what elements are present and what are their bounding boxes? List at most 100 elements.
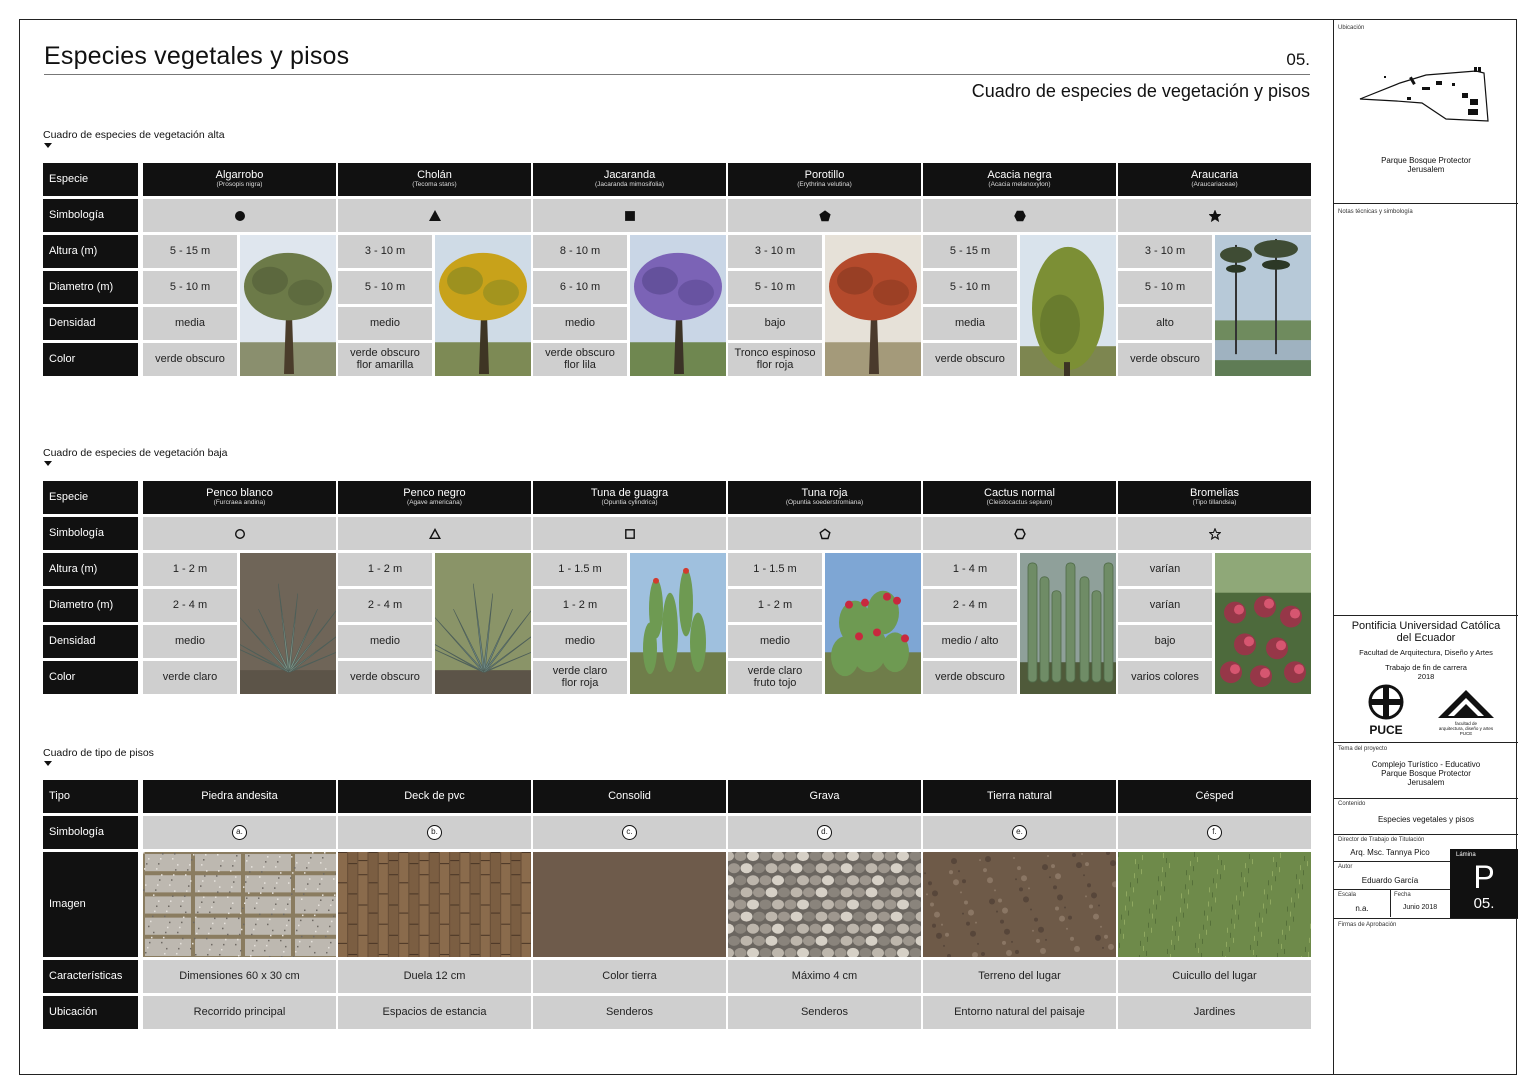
high-species-scientific-name: (Acacia melanoxylon) [988, 181, 1051, 189]
densidad-value: medio [370, 316, 400, 329]
high-altura-cell: 8 - 10 m [533, 235, 627, 268]
star-filled-icon [1208, 209, 1221, 222]
altura-value: 8 - 10 m [559, 244, 601, 257]
floor-location-value: Senderos [800, 1005, 849, 1018]
high-altura-cell: 5 - 15 m [143, 235, 237, 268]
floor-symbol-circle-icon: d. [817, 825, 832, 840]
row-label-text: Diametro (m) [49, 280, 114, 293]
high-species-scientific-name: (Araucariaceae) [1191, 181, 1238, 189]
lamina-label: Lámina [1456, 852, 1476, 858]
diametro-value: 5 - 10 m [754, 280, 796, 293]
low-diametro-cell: 2 - 4 m [923, 589, 1017, 622]
color-value-line-2: fruto tojo [753, 676, 797, 689]
floor-row-label-3: Características [43, 960, 138, 993]
divider [1334, 615, 1518, 616]
low-veg-section-title: Cuadro de especies de vegetación baja [43, 447, 228, 459]
densidad-value: medio / alto [941, 634, 999, 647]
color-value-line-1: verde claro [162, 670, 218, 683]
floor-symbol-letter: c. [626, 827, 633, 837]
altura-value: varían [1149, 562, 1181, 575]
color-value-line-1: verde obscuro [935, 670, 1005, 683]
autor-name: Eduardo García [1361, 876, 1419, 885]
low-species-header: Cactus normal (Cleistocactus sepium) [923, 481, 1116, 514]
color-value-line-1: verde obscuro [935, 352, 1005, 365]
diametro-value: 2 - 4 m [172, 598, 208, 611]
title-divider [44, 74, 1310, 75]
director-name: Arq. Msc. Tannya Pico [1350, 848, 1430, 857]
tema-line-2: Parque Bosque Protector [1381, 769, 1471, 778]
row-label-text: Densidad [49, 634, 96, 647]
floor-type-name: Piedra andesita [201, 789, 278, 802]
low-species-name: Cactus normal [984, 486, 1055, 499]
densidad-value: bajo [764, 316, 786, 329]
row-label-2: Altura (m) [43, 235, 138, 268]
high-veg-arrow-icon [44, 143, 52, 148]
densidad-value: media [175, 316, 205, 329]
divider [1334, 918, 1518, 919]
low-veg-arrow-icon [44, 461, 52, 466]
low-species-header: Penco blanco (Furcraea andina) [143, 481, 336, 514]
row-label-text: Características [49, 969, 123, 982]
diametro-value: 1 - 2 m [562, 598, 598, 611]
low-diametro-cell: 1 - 2 m [728, 589, 822, 622]
floor-location-value: Jardines [1193, 1005, 1236, 1018]
floor-symbol-cell: c. [533, 816, 726, 849]
floor-characteristics-cell: Cuicullo del lugar [1118, 960, 1311, 993]
low-symbol-cell [728, 517, 921, 550]
floor-symbol-cell: b. [338, 816, 531, 849]
floor-location-value: Espacios de estancia [382, 1005, 487, 1018]
color-value-line-1: verde claro [747, 664, 803, 677]
floor-location-cell: Recorrido principal [143, 996, 336, 1029]
high-species-header: Cholán (Tecoma stans) [338, 163, 531, 196]
densidad-value: alto [1156, 316, 1174, 329]
low-species-header: Tuna de guagra (Opuntia cylindrica) [533, 481, 726, 514]
high-altura-cell: 3 - 10 m [338, 235, 432, 268]
diametro-value: 5 - 10 m [364, 280, 406, 293]
high-diametro-cell: 6 - 10 m [533, 271, 627, 304]
low-altura-cell: varían [1118, 553, 1212, 586]
low-altura-cell: 1 - 4 m [923, 553, 1017, 586]
high-color-cell: verde obscuro [923, 343, 1017, 376]
floor-location-cell: Senderos [728, 996, 921, 1029]
low-symbol-cell [533, 517, 726, 550]
high-species-photo [240, 235, 336, 376]
low-species-photo [1215, 553, 1311, 694]
floor-characteristics-value: Máximo 4 cm [791, 969, 858, 982]
color-value-line-1: verde claro [552, 664, 608, 677]
diametro-value: 2 - 4 m [952, 598, 988, 611]
diametro-value: 5 - 10 m [169, 280, 211, 293]
row-label-text: Densidad [49, 316, 96, 329]
low-species-photo [825, 553, 921, 694]
floor-type-header: Césped [1118, 780, 1311, 813]
diametro-value: varían [1149, 598, 1181, 611]
densidad-value: medio [565, 634, 595, 647]
divider [1334, 203, 1518, 204]
floor-characteristics-value: Color tierra [602, 969, 657, 982]
high-altura-cell: 3 - 10 m [1118, 235, 1212, 268]
high-species-scientific-name: (Jacaranda mimosifolia) [595, 181, 664, 189]
high-species-name: Porotillo [804, 168, 845, 181]
row-label-text: Diametro (m) [49, 598, 114, 611]
low-diametro-cell: 2 - 4 m [143, 589, 237, 622]
page-title: Especies vegetales y pisos [44, 42, 350, 70]
row-label-text: Altura (m) [49, 244, 98, 257]
floor-symbol-circle-icon: b. [427, 825, 442, 840]
row-label-text: Altura (m) [49, 562, 98, 575]
low-diametro-cell: varían [1118, 589, 1212, 622]
altura-value: 1 - 2 m [172, 562, 208, 575]
low-species-scientific-name: (Opuntia cylindrica) [601, 499, 658, 507]
high-species-name: Algarrobo [215, 168, 264, 181]
lamina-box: Lámina P 05. [1450, 849, 1518, 919]
high-veg-section-title: Cuadro de especies de vegetación alta [43, 129, 225, 141]
lamina-letter: P [1473, 859, 1495, 895]
color-value-line-1: Tronco espinoso [734, 346, 816, 359]
floor-symbol-letter: f. [1212, 827, 1217, 837]
pentagon-filled-icon [818, 209, 831, 222]
row-label-text: Ubicación [49, 1005, 98, 1018]
tema-line-1: Complejo Turístico - Educativo [1371, 760, 1481, 769]
altura-value: 3 - 10 m [364, 244, 406, 257]
row-label-1: Simbología [43, 199, 138, 232]
floor-row-label-0: Tipo [43, 780, 138, 813]
location-map-icon [1359, 67, 1489, 122]
row-label-text: Especie [49, 172, 89, 185]
